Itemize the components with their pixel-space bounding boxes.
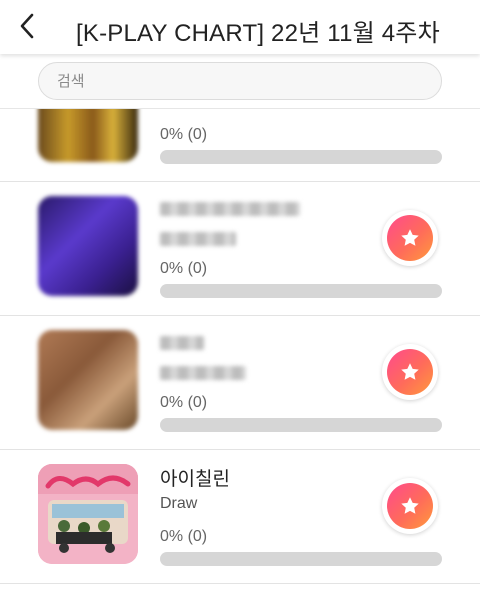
- album-art-image: [38, 464, 138, 564]
- chart-list: 0% (0) 0% (0) 0% (0) 아이칠린 Draw 0% (0): [0, 46, 480, 584]
- back-button[interactable]: [10, 8, 44, 44]
- album-thumbnail: [38, 330, 138, 430]
- album-thumbnail: [38, 464, 138, 564]
- vote-progress-bar: [160, 150, 442, 164]
- song-title: [160, 366, 246, 380]
- song-title: Draw: [160, 495, 198, 512]
- star-icon: [401, 363, 419, 380]
- list-item: 0% (0): [0, 182, 480, 316]
- vote-progress-bar: [160, 284, 442, 298]
- vote-percent: 0% (0): [160, 126, 208, 143]
- app-header: [K-PLAY CHART] 22년 11월 4주차: [0, 0, 480, 54]
- vote-button[interactable]: [382, 344, 438, 400]
- list-item: 0% (0): [0, 316, 480, 450]
- artist-name: [160, 336, 204, 350]
- chevron-left-icon: [20, 13, 34, 39]
- song-title: [160, 232, 236, 246]
- search-input[interactable]: [38, 62, 442, 100]
- page-title: [K-PLAY CHART] 22년 11월 4주차: [76, 20, 440, 47]
- artist-name: [160, 202, 300, 216]
- album-thumbnail: [38, 196, 138, 296]
- vote-button[interactable]: [382, 478, 438, 534]
- vote-button[interactable]: [382, 210, 438, 266]
- vote-progress-bar: [160, 418, 442, 432]
- vote-percent: 0% (0): [160, 528, 208, 545]
- vote-progress-bar: [160, 552, 442, 566]
- star-icon: [401, 229, 419, 246]
- star-icon: [401, 497, 419, 514]
- artist-name: 아이칠린: [160, 469, 230, 490]
- list-item: 아이칠린 Draw 0% (0): [0, 450, 480, 584]
- search-bar: [0, 54, 480, 109]
- vote-percent: 0% (0): [160, 260, 208, 277]
- vote-percent: 0% (0): [160, 394, 208, 411]
